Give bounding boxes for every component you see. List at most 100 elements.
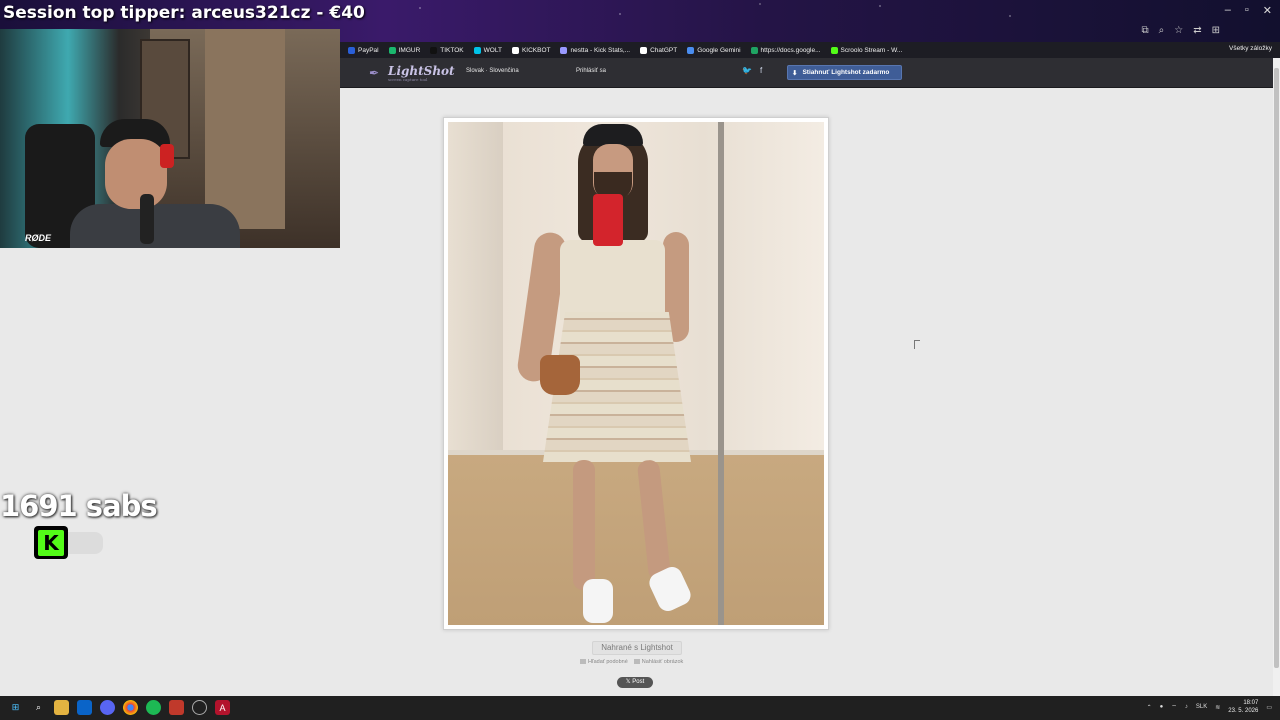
bookmark-item[interactable]: TIKTOK xyxy=(430,46,464,54)
clock-date: 23. 5. 2026 xyxy=(1228,708,1259,714)
top-tipper-overlay: Session top tipper: arceus321cz - €40 xyxy=(3,3,365,23)
windows-taskbar: ⊞ ⌕ A ⌃ ● ⌔ ♪ SLK ≋ 18:07 23. 5. 2026 ▭ xyxy=(0,696,1280,720)
webcam-streamer-body xyxy=(70,204,240,248)
download-button[interactable]: ⬇ Stiahnuť Lightshot zadarmo xyxy=(787,65,902,80)
bookmark-item[interactable]: https://docs.google... xyxy=(750,46,821,54)
bookmark-label: https://docs.google... xyxy=(760,46,821,54)
photo-floor xyxy=(448,452,824,625)
kick-badge-pill xyxy=(68,532,103,554)
obs-icon[interactable] xyxy=(192,700,207,715)
network-icon[interactable]: ⌔ xyxy=(1171,703,1177,711)
photo-bag xyxy=(540,355,580,395)
discord-icon[interactable] xyxy=(100,700,115,715)
bookmarks-bar: PayPal IMGUR TIKTOK WOLT KICKBOT nestta - Kic… xyxy=(340,42,1280,58)
system-tray: ⌃ ● ⌔ ♪ SLK ≋ 18:07 23. 5. 2026 ▭ xyxy=(1147,699,1272,715)
tray-language[interactable]: SLK xyxy=(1196,704,1207,710)
bookmark-item[interactable]: PayPal xyxy=(348,46,379,54)
file-explorer-icon[interactable] xyxy=(54,700,69,715)
language-selector[interactable]: Slovak · Slovenčina xyxy=(466,68,519,74)
bookmark-item[interactable]: KICKBOT xyxy=(511,46,550,54)
download-label: Stiahnuť Lightshot zadarmo xyxy=(802,69,890,76)
screenshot-frame xyxy=(443,117,829,630)
webcam-streamer-head xyxy=(105,139,167,209)
bookmark-favicon-icon xyxy=(640,46,648,54)
bookmark-item[interactable]: IMGUR xyxy=(388,46,421,54)
bookmark-favicon-icon xyxy=(473,46,481,54)
webcam-headset xyxy=(160,144,174,168)
lightshot-logo[interactable]: LightShot screen capture tool xyxy=(370,64,455,82)
logo-text: LightShot xyxy=(388,64,455,78)
facebook-icon[interactable]: f xyxy=(760,66,762,75)
bookmark-item[interactable]: Google Gemini xyxy=(687,46,741,54)
report-icon xyxy=(633,659,640,665)
subs-counter: 1691 sabs xyxy=(0,489,158,523)
bookmark-item[interactable]: nestta - Kick Stats,... xyxy=(560,46,631,54)
scrollbar-thumb[interactable] xyxy=(1274,68,1279,668)
social-links: 🐦 f xyxy=(742,66,762,75)
search-similar-icon xyxy=(580,659,586,665)
report-link[interactable]: Nahlásiť obrázok xyxy=(633,659,684,665)
taskbar-apps: ⊞ ⌕ A xyxy=(8,700,230,715)
bookmark-favicon-icon xyxy=(430,46,438,54)
tray-chevron-icon[interactable]: ⌃ xyxy=(1147,704,1152,711)
image-actions: Hľadať podobné Nahlásiť obrázok xyxy=(580,659,683,665)
download-icon: ⬇ xyxy=(792,69,798,77)
photo-phone xyxy=(593,194,623,246)
search-similar-link[interactable]: Hľadať podobné xyxy=(580,659,628,665)
chrome-icon[interactable] xyxy=(123,700,138,715)
search-similar-label: Hľadať podobné xyxy=(588,659,628,665)
clock-time: 18:07 xyxy=(1243,700,1259,706)
twitter-icon[interactable]: 🐦 xyxy=(742,66,752,75)
photo-dress-top xyxy=(560,240,665,320)
webcam-brand-label: RØDE xyxy=(25,233,52,243)
app-red-icon[interactable] xyxy=(169,700,184,715)
install-icon[interactable]: ⧉ xyxy=(1142,25,1149,36)
extensions-icon[interactable]: ⊞ xyxy=(1212,25,1220,36)
bookmark-item[interactable]: WOLT xyxy=(473,46,502,54)
minimize-icon[interactable]: – xyxy=(1225,4,1231,17)
all-bookmarks-button[interactable]: Všetky záložky xyxy=(1229,45,1272,52)
app-a-icon[interactable]: A xyxy=(215,700,230,715)
bookmark-item[interactable]: ChatGPT xyxy=(640,46,677,54)
zoom-icon[interactable]: ⌕ xyxy=(1159,25,1165,36)
store-icon[interactable] xyxy=(77,700,92,715)
tray-app-icon[interactable]: ● xyxy=(1160,704,1164,710)
kick-logo-icon: K xyxy=(34,526,68,559)
search-icon[interactable]: ⌕ xyxy=(31,700,46,715)
x-post-button[interactable]: 𝕏 Post xyxy=(617,677,653,688)
bookmark-star-icon[interactable]: ☆ xyxy=(1174,25,1183,36)
photo-shoe-left xyxy=(583,579,613,623)
bookmark-favicon-icon xyxy=(750,46,758,54)
bookmark-favicon-icon xyxy=(348,46,355,54)
uploaded-with-lightshot[interactable]: Nahrané s Lightshot xyxy=(592,641,682,655)
uploaded-photo[interactable] xyxy=(448,122,824,625)
bookmark-label: IMGUR xyxy=(398,46,421,54)
bookmark-favicon-icon xyxy=(560,46,568,54)
omnibox-actions: ⧉ ⌕ ☆ ⇄ ⊞ xyxy=(1142,25,1221,36)
clock[interactable]: 18:07 23. 5. 2026 xyxy=(1228,699,1258,715)
bookmark-label: PayPal xyxy=(358,46,379,54)
wifi-icon[interactable]: ≋ xyxy=(1215,704,1220,711)
start-windows-icon[interactable]: ⊞ xyxy=(8,700,23,715)
spotify-icon[interactable] xyxy=(146,700,161,715)
bookmark-favicon-icon xyxy=(687,46,695,54)
webcam-microphone xyxy=(140,194,154,244)
lightshot-header: ✒ LightShot screen capture tool Slovak ·… xyxy=(340,58,1273,88)
translate-icon[interactable]: ⇄ xyxy=(1193,25,1201,36)
restore-icon[interactable]: ▫ xyxy=(1245,4,1249,17)
volume-icon[interactable]: ♪ xyxy=(1185,704,1188,710)
bookmark-label: nestta - Kick Stats,... xyxy=(570,46,631,54)
bookmark-item[interactable]: Scroolo Stream - W... xyxy=(830,46,902,54)
report-label: Nahlásiť obrázok xyxy=(641,659,684,665)
bookmark-favicon-icon xyxy=(511,46,519,54)
photo-mirror-edge xyxy=(718,122,724,625)
kick-letter: K xyxy=(38,529,64,556)
bookmark-label: Google Gemini xyxy=(697,46,741,54)
mouse-cursor-icon xyxy=(914,340,920,349)
page-scrollbar[interactable] xyxy=(1273,58,1280,696)
webcam-overlay: RØDE xyxy=(0,29,340,248)
window-controls: – ▫ ✕ xyxy=(1225,4,1272,17)
notifications-icon[interactable]: ▭ xyxy=(1266,704,1272,711)
login-link[interactable]: Prihlásiť sa xyxy=(576,68,606,74)
close-icon[interactable]: ✕ xyxy=(1263,4,1272,17)
